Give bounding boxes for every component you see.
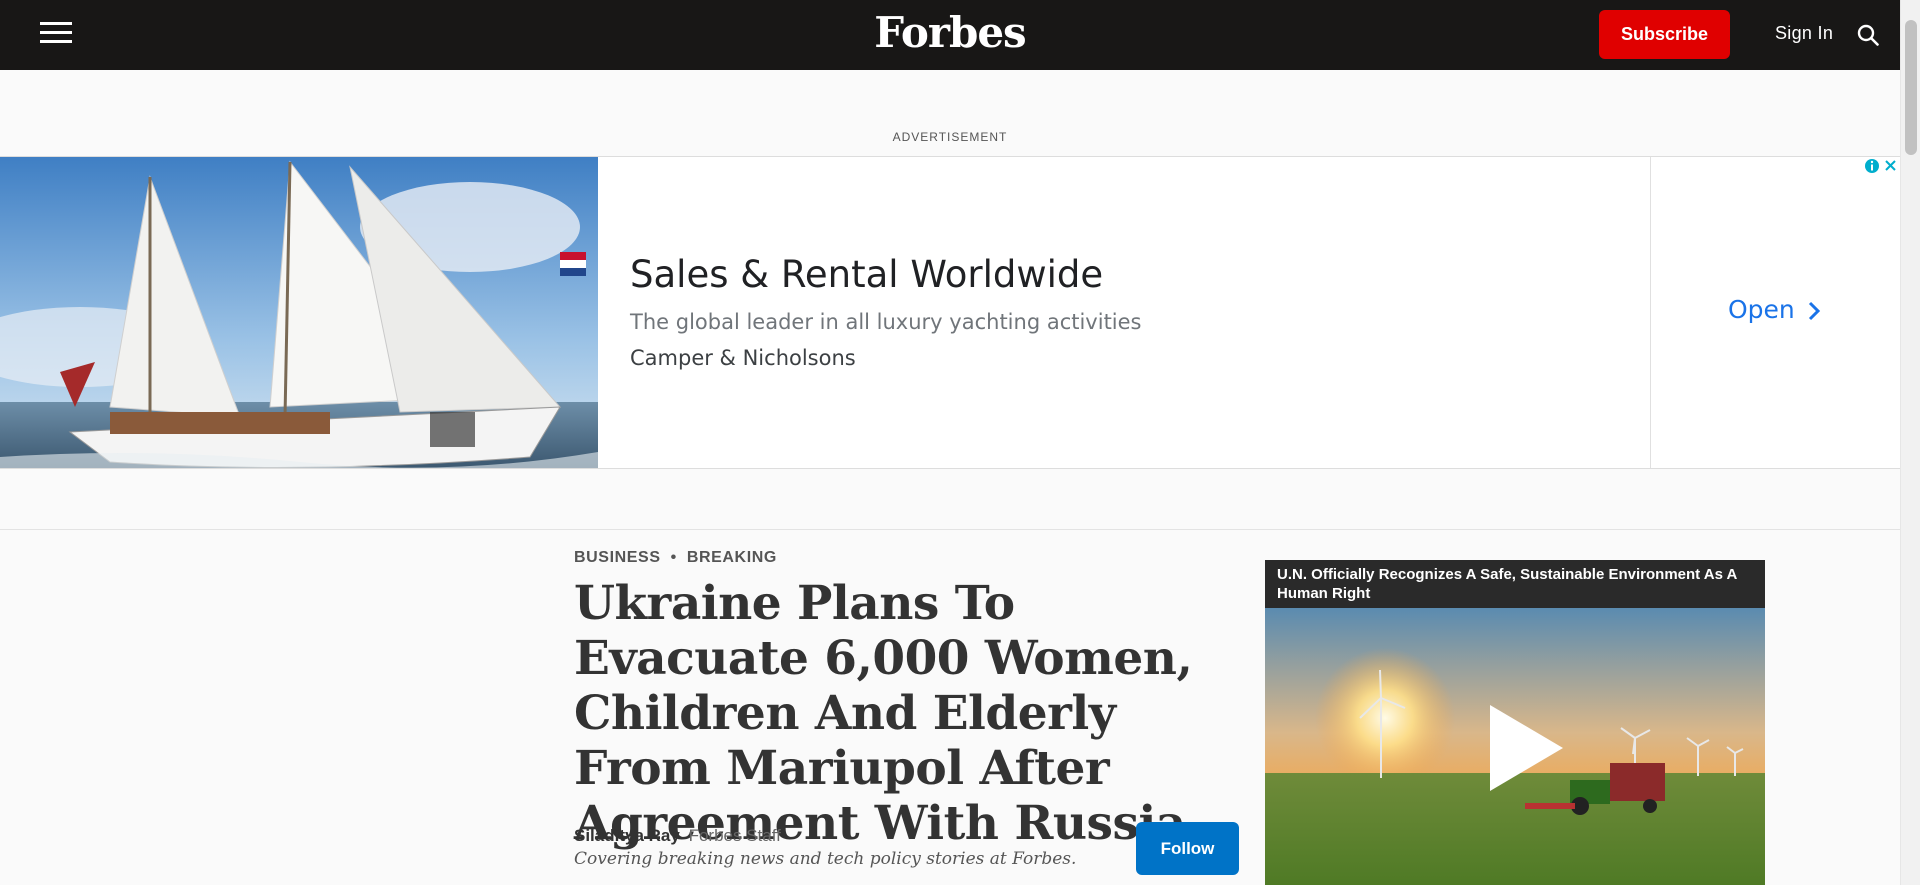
adchoices-controls[interactable] (1863, 157, 1900, 175)
follow-button[interactable]: Follow (1136, 822, 1239, 875)
advertisement-label: ADVERTISEMENT (892, 130, 1008, 144)
video-title[interactable]: U.N. Officially Recognizes A Safe, Susta… (1265, 560, 1765, 608)
author-byline: Siladitya Ray Forbes Staff (574, 826, 781, 846)
ad-advertiser[interactable]: Camper & Nicholsons (630, 346, 856, 370)
adchoices-info-icon[interactable] (1865, 159, 1879, 173)
author-bio: Covering breaking news and tech policy s… (574, 849, 1077, 869)
advertisement-banner[interactable]: Sales & Rental Worldwide The global lead… (0, 156, 1900, 469)
author-name[interactable]: Siladitya Ray (574, 826, 680, 845)
page-scrollbar[interactable] (1900, 0, 1920, 885)
category-separator: • (670, 549, 677, 566)
ad-divider (1650, 157, 1651, 468)
play-icon[interactable] (1485, 703, 1565, 793)
author-role: Forbes Staff (688, 826, 781, 845)
section-divider (0, 529, 1900, 530)
article-categories: BUSINESS • BREAKING (574, 549, 777, 567)
subscribe-button[interactable]: Subscribe (1599, 10, 1730, 59)
search-icon[interactable] (1857, 24, 1879, 46)
category-business[interactable]: BUSINESS (574, 549, 661, 566)
category-breaking[interactable]: BREAKING (687, 549, 777, 566)
sign-in-link[interactable]: Sign In (1775, 23, 1833, 44)
scrollbar-thumb[interactable] (1905, 20, 1917, 155)
video-player[interactable]: U.N. Officially Recognizes A Safe, Susta… (1265, 560, 1765, 885)
top-nav: Forbes Subscribe Sign In (0, 0, 1900, 70)
hamburger-menu-icon[interactable] (40, 22, 72, 46)
ad-description[interactable]: The global leader in all luxury yachting… (630, 310, 1142, 334)
ad-open-button[interactable]: Open (1728, 295, 1821, 324)
ad-open-label: Open (1728, 295, 1795, 324)
yacht-ad-image[interactable] (0, 157, 598, 468)
article-headline: Ukraine Plans To Evacuate 6,000 Women, C… (574, 576, 1193, 851)
ad-headline[interactable]: Sales & Rental Worldwide (630, 253, 1103, 296)
chevron-right-icon (1808, 301, 1820, 321)
